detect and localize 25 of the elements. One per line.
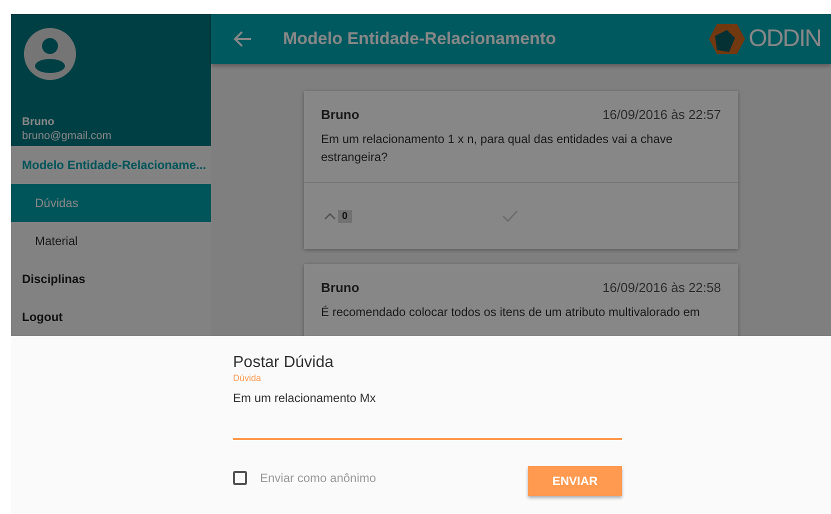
question-text: Em um relacionamento 1 x n, para qual das entidades vai a chave estrangeira? [321, 131, 674, 166]
logo-icon [706, 22, 745, 56]
page-title: Modelo Entidade-Relacionamento [283, 29, 557, 49]
checkbox-label: Enviar como anônimo [260, 471, 378, 485]
vote-count: 0 [338, 210, 352, 222]
back-arrow-icon[interactable] [233, 29, 253, 49]
anonymous-checkbox[interactable] [233, 471, 247, 485]
sidebar-subitem[interactable]: Dúvidas [11, 184, 211, 222]
question-author: Bruno [321, 107, 360, 122]
sheet-title: Postar Dúvida [233, 354, 334, 372]
upvote-icon[interactable] [324, 211, 336, 221]
sidebar-subitem[interactable]: Material [11, 222, 211, 260]
avatar-icon [22, 26, 78, 82]
question-input-field[interactable]: Em um relacionamento Mx [233, 391, 622, 440]
user-name: Bruno [22, 116, 56, 128]
question-author: Bruno [321, 280, 360, 295]
field-label: Dúvida [233, 373, 262, 383]
user-email: bruno@gmail.com [22, 130, 112, 142]
question-text: É recomendado colocar todos os itens de um atributo multivalorado em [321, 304, 701, 321]
question-date: 16/09/2016 às 22:58 [602, 280, 721, 295]
question-date: 16/09/2016 às 22:57 [602, 107, 721, 122]
check-icon[interactable] [502, 209, 518, 223]
logo-text: ODDIN [748, 24, 821, 54]
sidebar-item[interactable]: Disciplinas [11, 260, 211, 298]
sidebar-item[interactable]: Logout [11, 298, 211, 336]
